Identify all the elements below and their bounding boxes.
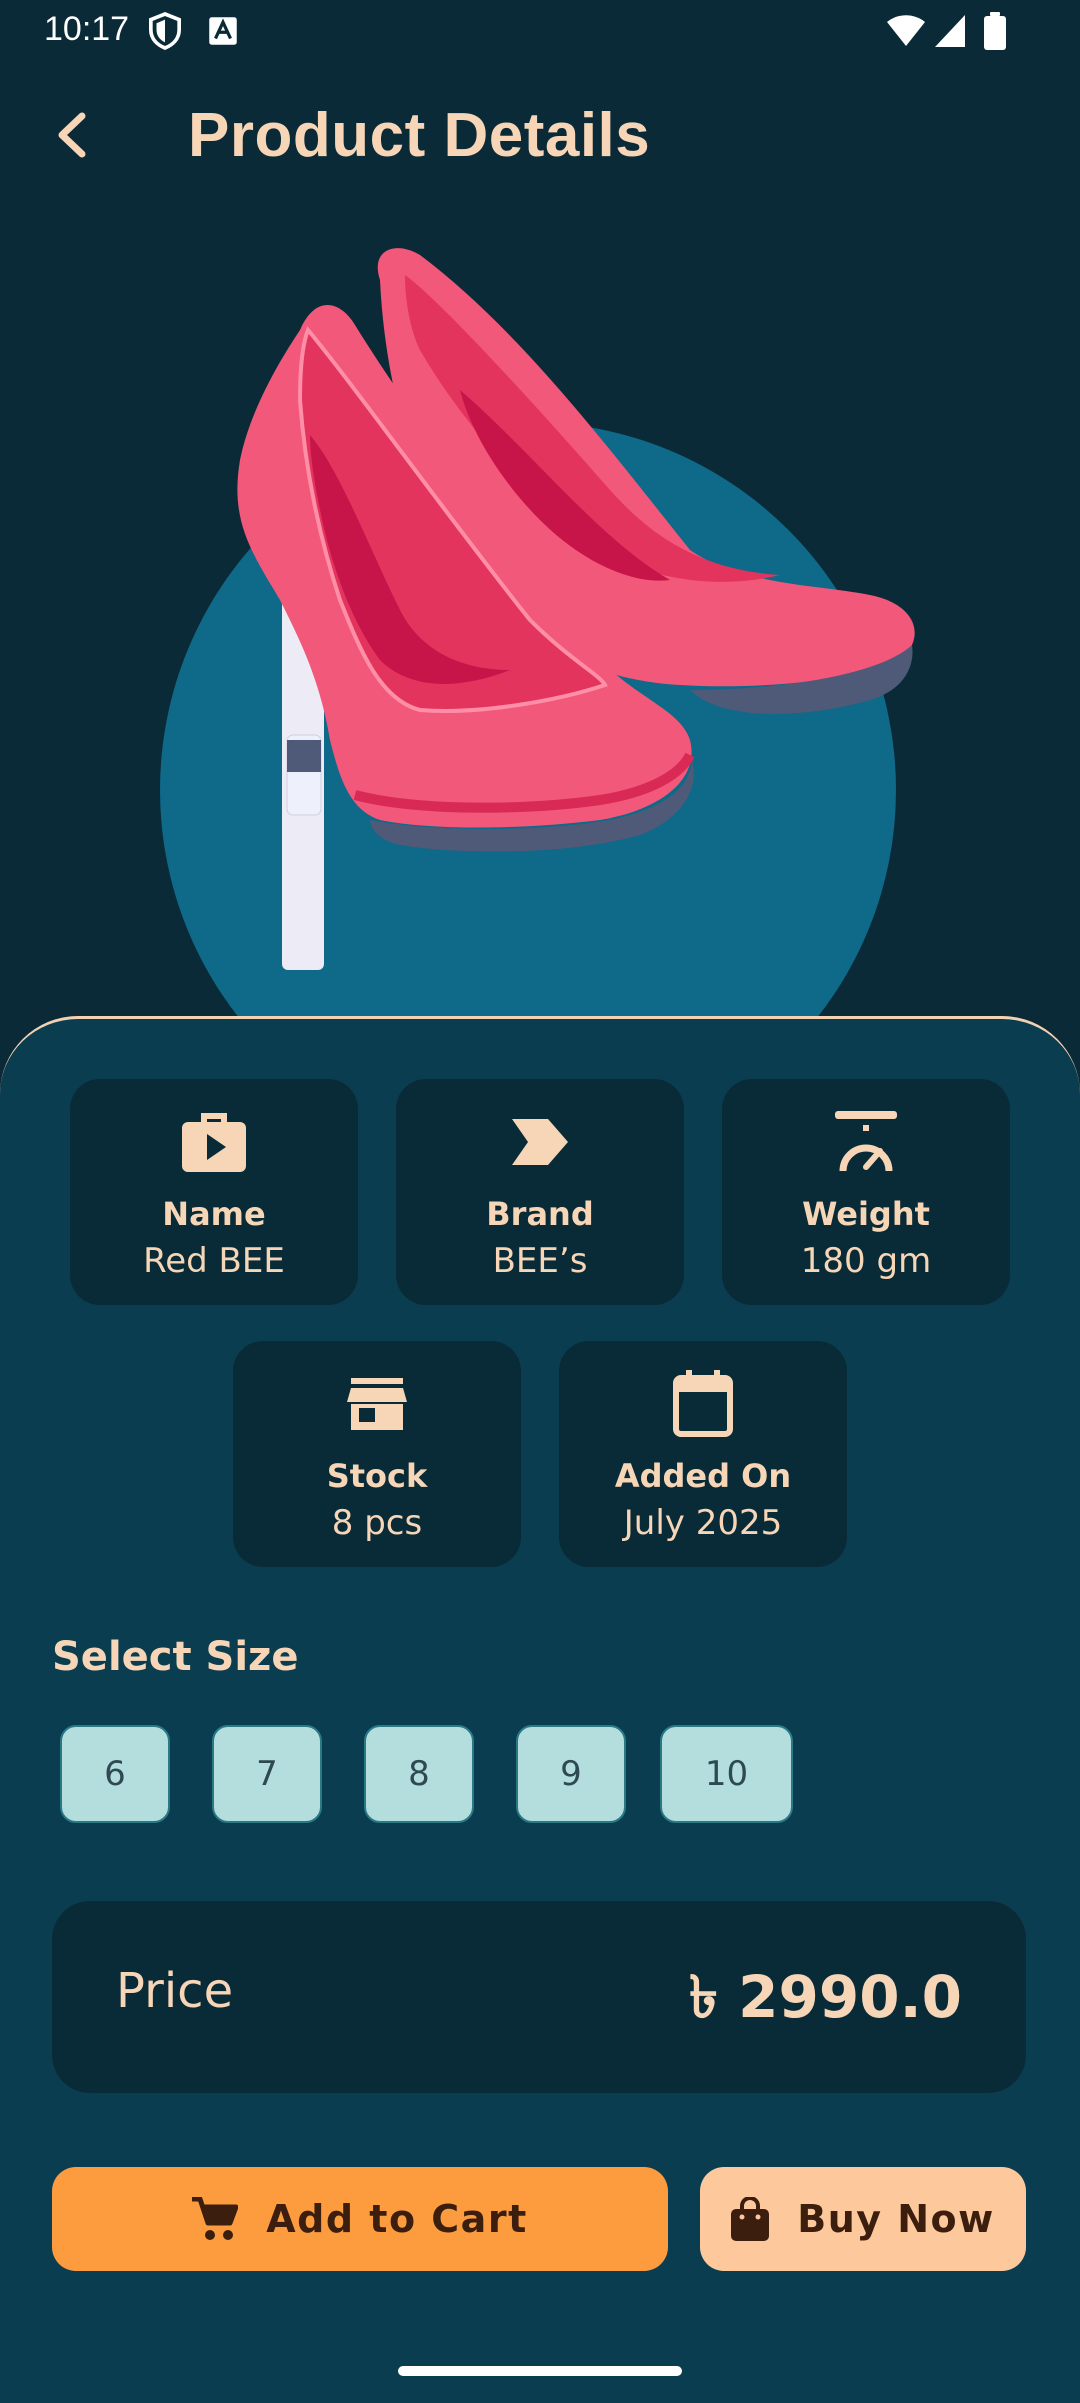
card-title: Name [162, 1195, 266, 1233]
store-icon [233, 1369, 521, 1439]
info-card-name: Name Red BEE [70, 1079, 358, 1305]
card-value: BEE’s [492, 1241, 588, 1281]
product-image [237, 248, 915, 970]
select-size-title: Select Size [52, 1634, 299, 1680]
battery-icon [984, 12, 1006, 54]
price-label: Price [116, 1963, 234, 2019]
card-value: 180 gm [800, 1241, 932, 1281]
back-arrow-icon [58, 112, 86, 158]
buy-now-label: Buy Now [797, 2197, 995, 2241]
add-to-cart-label: Add to Cart [266, 2197, 528, 2241]
scale-icon [722, 1107, 1010, 1177]
size-option-9[interactable]: 9 [516, 1725, 626, 1823]
card-title: Weight [802, 1195, 930, 1233]
size-option-7[interactable]: 7 [212, 1725, 322, 1823]
size-option-10[interactable]: 10 [660, 1725, 793, 1823]
status-bar: 10:17 [0, 0, 1080, 62]
app-bar: Product Details [0, 70, 1080, 210]
info-card-added-on: Added On July 2025 [559, 1341, 847, 1567]
price-value: ৳ 2990.0 [689, 1963, 962, 2031]
label-icon [396, 1107, 684, 1177]
details-panel: Name Red BEE Brand BEE’s Weight 180 gm S… [0, 1016, 1080, 2403]
product-hero [0, 220, 1080, 1020]
signal-icon [934, 14, 966, 52]
size-option-6[interactable]: 6 [60, 1725, 170, 1823]
card-value: July 2025 [623, 1503, 783, 1543]
info-card-stock: Stock 8 pcs [233, 1341, 521, 1567]
page-title: Product Details [188, 101, 651, 170]
card-value: Red BEE [143, 1241, 285, 1281]
card-value: 8 pcs [331, 1503, 423, 1543]
shopping-bag-icon [731, 2197, 770, 2241]
info-card-weight: Weight 180 gm [722, 1079, 1010, 1305]
status-time: 10:17 [44, 10, 130, 48]
card-title: Brand [486, 1195, 594, 1233]
price-box: Price ৳ 2990.0 [52, 1901, 1026, 2093]
wifi-icon [886, 14, 926, 52]
size-option-8[interactable]: 8 [364, 1725, 474, 1823]
back-button[interactable] [42, 100, 102, 170]
cart-icon [192, 2197, 239, 2241]
home-indicator[interactable] [398, 2366, 682, 2376]
shield-icon [148, 12, 182, 54]
info-card-brand: Brand BEE’s [396, 1079, 684, 1305]
buy-now-button[interactable]: Buy Now [700, 2167, 1026, 2271]
calendar-icon [559, 1369, 847, 1439]
card-title: Stock [326, 1457, 428, 1495]
video-bag-icon [70, 1107, 358, 1177]
card-title: Added On [614, 1457, 792, 1495]
keyboard-a-icon [208, 16, 238, 50]
add-to-cart-button[interactable]: Add to Cart [52, 2167, 668, 2271]
